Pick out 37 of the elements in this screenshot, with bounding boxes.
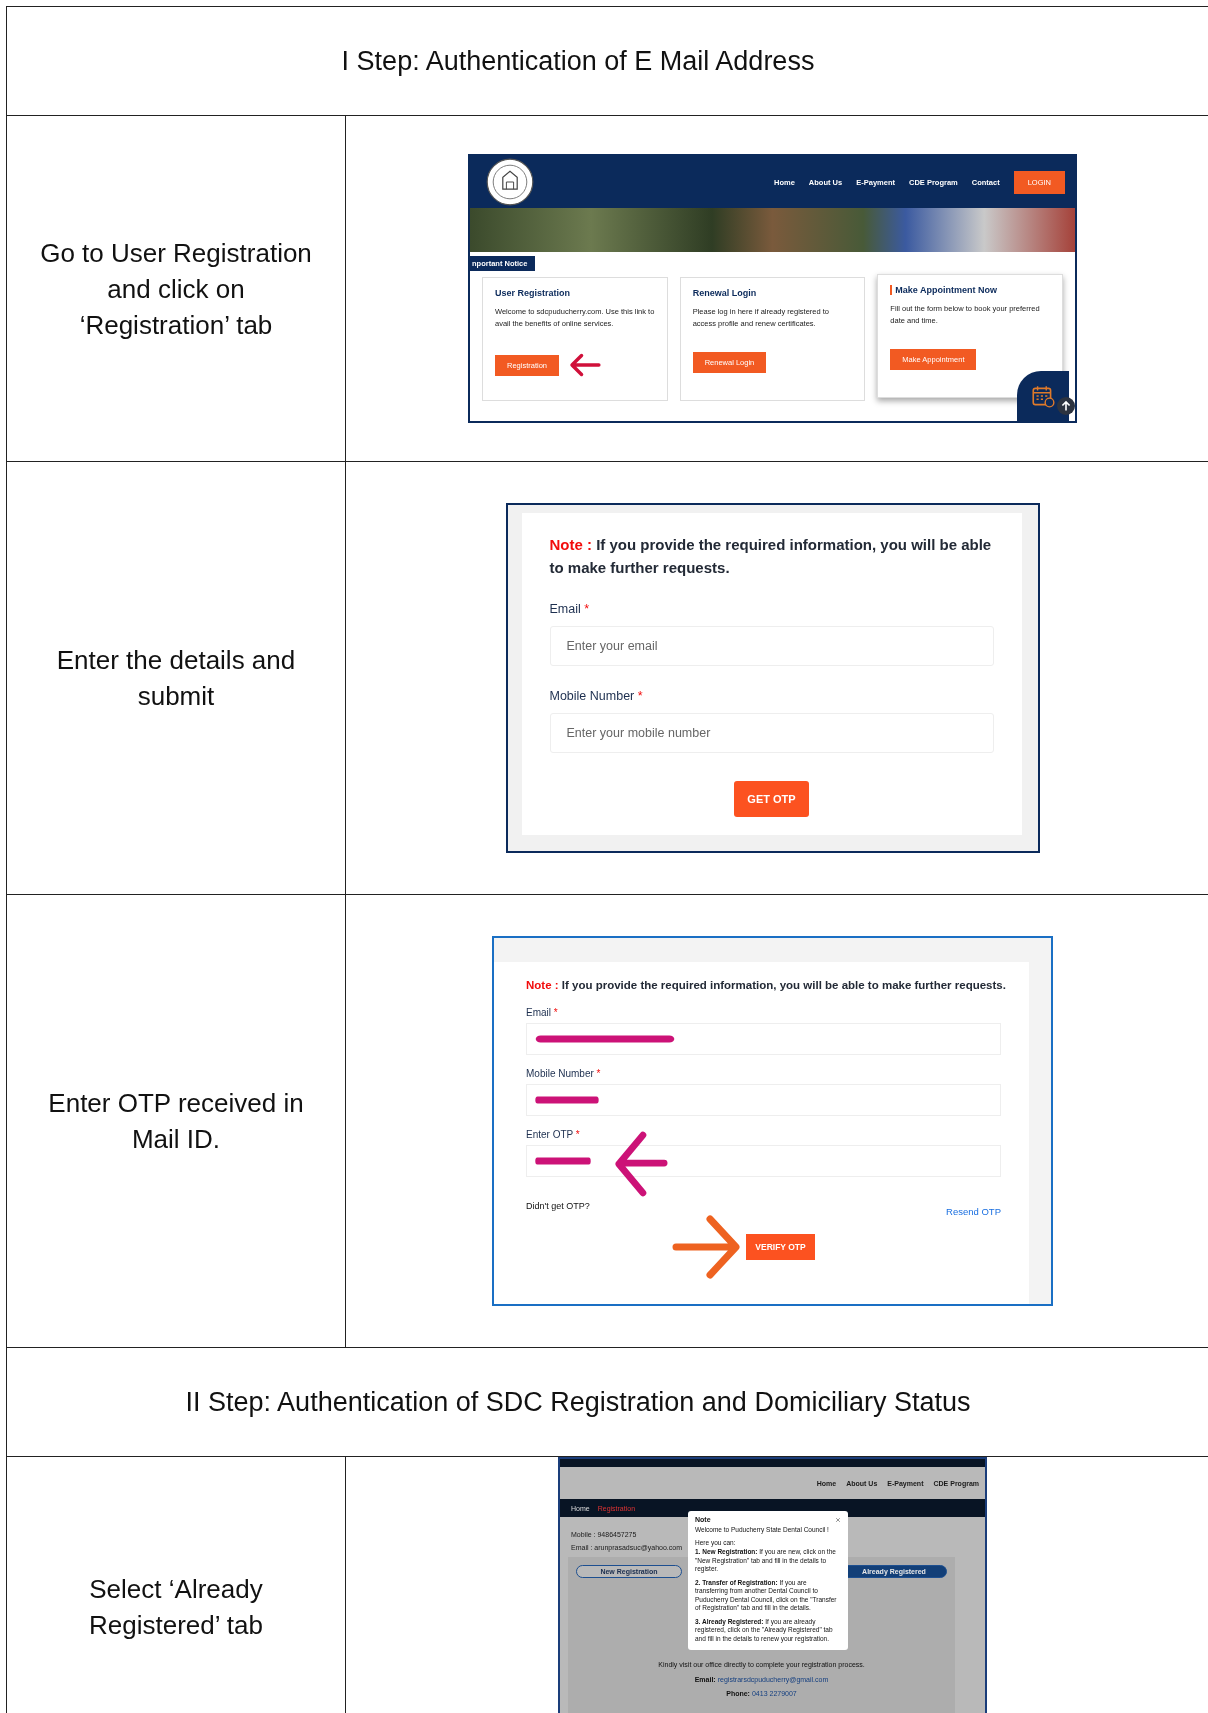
resend-link[interactable]: Resend OTP	[946, 1206, 1001, 1217]
arrow-icon	[672, 1215, 743, 1279]
step-instruction: Enter OTP received in Mail ID.	[47, 1087, 305, 1156]
field-label: Mobile Number	[549, 689, 635, 703]
input-field[interactable]	[526, 1145, 1001, 1177]
input-field[interactable]: Enter your mobile number	[549, 713, 994, 753]
required-mark: *	[637, 689, 643, 703]
emblem-logo-icon	[486, 158, 534, 206]
input-field[interactable]	[526, 1023, 1001, 1055]
card-title: Renewal Login	[692, 288, 758, 298]
card-title: User Registration	[495, 288, 572, 298]
redaction-mark	[535, 1095, 599, 1105]
field-label: Email	[549, 602, 581, 616]
input-field[interactable]: Enter your email	[549, 626, 994, 666]
field-label: Enter OTP	[526, 1129, 574, 1140]
scroll-up-icon[interactable]	[1057, 397, 1075, 415]
required-mark: *	[596, 1068, 601, 1079]
note-text: Note : If you provide the required information, you will be able to make further requests.	[549, 535, 993, 578]
step-instruction: Enter the details and submit	[55, 644, 297, 713]
step-instruction: Go to User Registration and click on ‘Registration’ tab	[39, 236, 313, 342]
arrow-icon	[614, 1131, 668, 1197]
section-heading: I Step: Authentication of E Mail Address	[341, 45, 815, 77]
card-title: Make Appointment Now	[890, 285, 1050, 295]
note-text: Note : If you provide the required information, you will be able to make further requests.	[526, 978, 1007, 993]
field-label: Mobile Number	[526, 1068, 594, 1079]
calendar-icon	[1030, 383, 1056, 409]
input-field[interactable]	[526, 1084, 1001, 1116]
required-mark: *	[584, 602, 590, 616]
hint-text: Didn't get OTP?	[526, 1201, 590, 1213]
required-mark: *	[553, 1007, 558, 1018]
redaction-mark	[535, 1156, 591, 1166]
section-heading: II Step: Authentication of SDC Registration and Domiciliary Status	[185, 1386, 971, 1418]
close-icon[interactable]	[835, 1516, 841, 1523]
calendar-badge[interactable]	[1017, 371, 1069, 421]
field-label: Email	[526, 1007, 551, 1018]
step-instruction: Select ‘Already Registered’ tab	[88, 1573, 264, 1642]
required-mark: *	[575, 1129, 580, 1140]
